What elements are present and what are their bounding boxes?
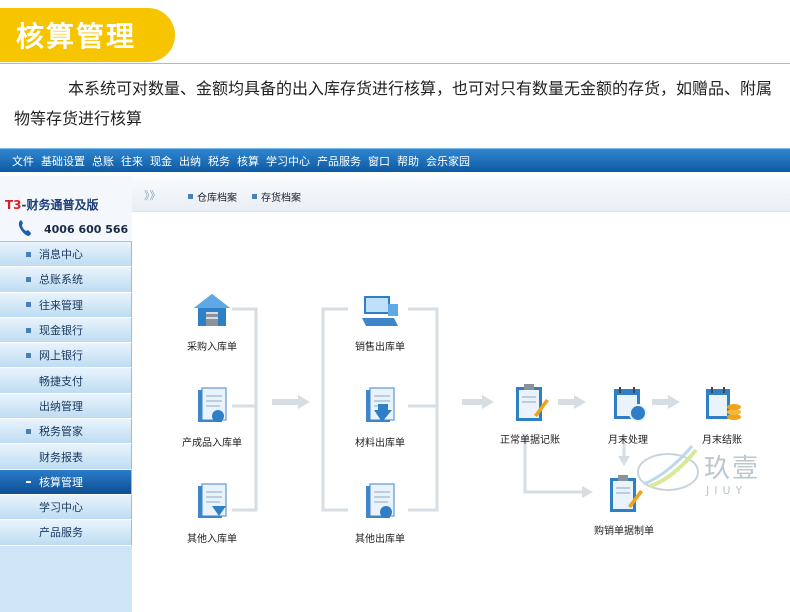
product-logo: T3-财务通普及版 4006 600 566 <box>0 176 132 242</box>
document-icon <box>366 483 395 518</box>
menu-cash[interactable]: 现金 <box>150 153 172 169</box>
node-sales-out[interactable]: 销售出库单 <box>340 288 420 353</box>
menu-community[interactable]: 会乐家园 <box>426 153 470 169</box>
warehouse-icon <box>194 294 230 326</box>
main-content: 》》 仓库档案 存货档案 采购入库单 产成品入库单 其他入库单 销售出库单 材料… <box>132 176 790 612</box>
sidebar-item-label: 学习中心 <box>39 501 83 515</box>
sidebar-item-label: 消息中心 <box>39 248 83 262</box>
node-label: 其他出库单 <box>355 534 405 545</box>
sidebar-item-label: 税务管家 <box>39 425 83 439</box>
bullet-icon <box>26 480 31 483</box>
menu-accounting[interactable]: 核算 <box>237 153 259 169</box>
bullet-icon <box>26 352 31 358</box>
node-other-in[interactable]: 其他入库单 <box>172 480 252 545</box>
menu-tax[interactable]: 税务 <box>208 153 230 169</box>
sidebar-item-product-services[interactable]: 产品服务 <box>0 520 132 546</box>
menu-product-services[interactable]: 产品服务 <box>317 153 361 169</box>
sidebar-item-cash-bank[interactable]: 现金银行 <box>0 317 132 344</box>
sidebar-item-label: 畅捷支付 <box>39 374 83 388</box>
sidebar-item-accounts[interactable]: 往来管理 <box>0 292 132 318</box>
bullet-icon <box>26 327 31 333</box>
node-label: 其他入库单 <box>187 534 237 545</box>
node-month-end[interactable]: 月末处理 <box>588 381 668 446</box>
document-icon <box>366 387 395 422</box>
watermark-subtext: JIUY <box>706 484 748 497</box>
menu-learning-center[interactable]: 学习中心 <box>266 153 310 169</box>
menu-accounts[interactable]: 往来 <box>121 153 143 169</box>
sidebar-item-learning-center[interactable]: 学习中心 <box>0 494 132 521</box>
sidebar-item-messages[interactable]: 消息中心 <box>0 242 132 268</box>
sidebar-item-financial-reports[interactable]: 财务报表 <box>0 444 132 470</box>
document-icon <box>198 387 227 422</box>
sidebar: T3-财务通普及版 4006 600 566 消息中心总账系统往来管理现金银行网… <box>0 176 132 612</box>
document-icon <box>198 483 227 518</box>
bullet-icon <box>26 251 31 257</box>
menu-bar: 文件 基础设置 总账 往来 现金 出纳 税务 核算 学习中心 产品服务 窗口 帮… <box>0 148 790 172</box>
bullet-icon <box>26 302 31 308</box>
calendar-icon <box>614 387 647 422</box>
sidebar-item-general-ledger[interactable]: 总账系统 <box>0 267 132 293</box>
node-material-out[interactable]: 材料出库单 <box>340 384 420 449</box>
sidebar-item-tax-steward[interactable]: 税务管家 <box>0 419 132 445</box>
sidebar-item-label: 财务报表 <box>39 450 83 464</box>
menu-cashier[interactable]: 出纳 <box>179 153 201 169</box>
node-label: 销售出库单 <box>355 342 405 353</box>
node-normal-post[interactable]: 正常单据记账 <box>490 381 570 446</box>
clipboard-pen-icon <box>516 384 549 421</box>
sidebar-nav: 消息中心总账系统往来管理现金银行网上银行畅捷支付出纳管理税务管家财务报表核算管理… <box>0 242 132 546</box>
node-other-out[interactable]: 其他出库单 <box>340 480 420 545</box>
menu-basic-settings[interactable]: 基础设置 <box>41 153 85 169</box>
divider <box>0 63 790 64</box>
sidebar-item-label: 网上银行 <box>39 349 83 363</box>
node-product-in[interactable]: 产成品入库单 <box>172 384 252 449</box>
sidebar-item-label: 总账系统 <box>39 273 83 287</box>
phone-icon <box>18 220 31 236</box>
phone-number: 4006 600 566 <box>44 223 129 236</box>
sidebar-item-label: 产品服务 <box>39 526 83 540</box>
node-label: 正常单据记账 <box>500 435 560 446</box>
intro-paragraph: 本系统可对数量、金额均具备的出入库存货进行核算，也可对只有数量无金额的存货，如赠… <box>14 79 773 128</box>
menu-help[interactable]: 帮助 <box>397 153 419 169</box>
calendar-coins-icon <box>706 387 741 420</box>
sidebar-item-online-bank[interactable]: 网上银行 <box>0 343 132 369</box>
sidebar-item-label: 现金银行 <box>39 324 83 338</box>
section-banner: 核算管理 <box>0 8 175 62</box>
node-label: 采购入库单 <box>187 342 237 353</box>
sidebar-item-label: 往来管理 <box>39 298 83 312</box>
node-label: 产成品入库单 <box>182 438 242 449</box>
sidebar-item-quick-pay[interactable]: 畅捷支付 <box>0 368 132 394</box>
logo-text: T3-财务通普及版 <box>5 198 99 212</box>
bullet-icon <box>26 276 31 282</box>
menu-file[interactable]: 文件 <box>12 153 34 169</box>
node-label: 材料出库单 <box>355 438 405 449</box>
computer-icon <box>362 296 398 326</box>
menu-window[interactable]: 窗口 <box>368 153 390 169</box>
node-purchase-in[interactable]: 采购入库单 <box>172 288 252 353</box>
bullet-icon <box>26 428 31 434</box>
sidebar-item-cashier[interactable]: 出纳管理 <box>0 393 132 420</box>
menu-general-ledger[interactable]: 总账 <box>92 153 114 169</box>
node-month-close[interactable]: 月末结账 <box>682 381 762 446</box>
node-label: 购销单据制单 <box>594 526 654 537</box>
sidebar-item-label: 核算管理 <box>39 475 83 489</box>
sidebar-item-accounting[interactable]: 核算管理 <box>0 469 132 495</box>
watermark-text: 玖壹 <box>704 454 761 484</box>
section-title: 核算管理 <box>16 20 137 53</box>
sidebar-item-label: 出纳管理 <box>39 399 83 413</box>
